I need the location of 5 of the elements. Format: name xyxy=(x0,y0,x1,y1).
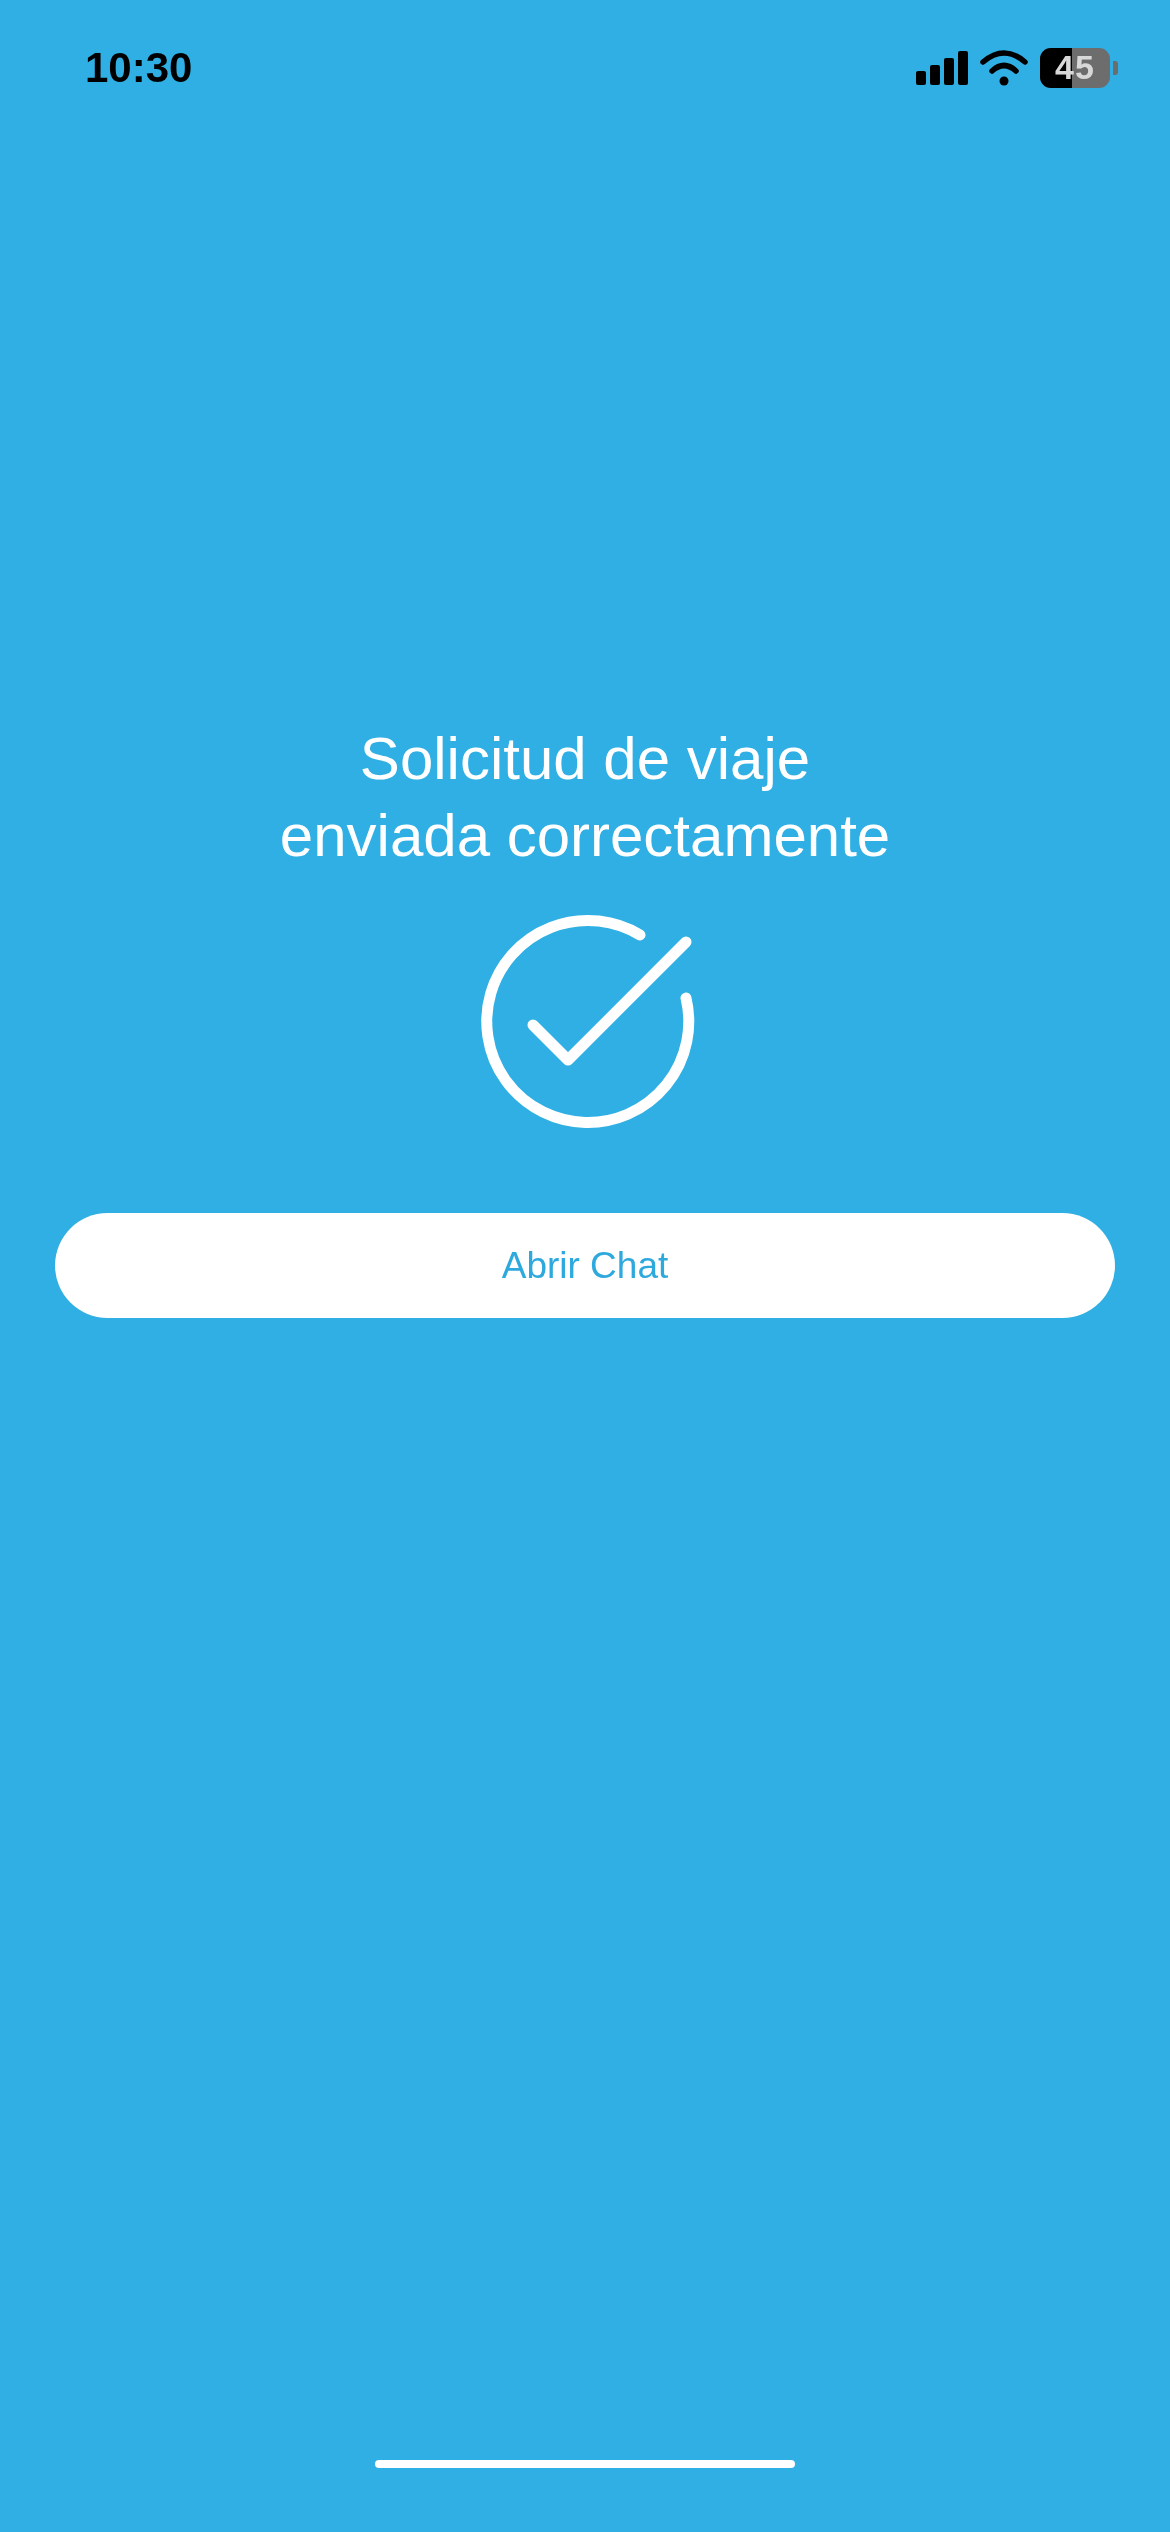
wifi-icon xyxy=(980,49,1028,86)
success-message: Solicitud de viaje enviada correctamente xyxy=(279,724,891,871)
open-chat-button[interactable]: Abrir Chat xyxy=(55,1213,1115,1318)
signal-icon xyxy=(916,50,968,85)
status-time: 10:30 xyxy=(85,43,193,92)
